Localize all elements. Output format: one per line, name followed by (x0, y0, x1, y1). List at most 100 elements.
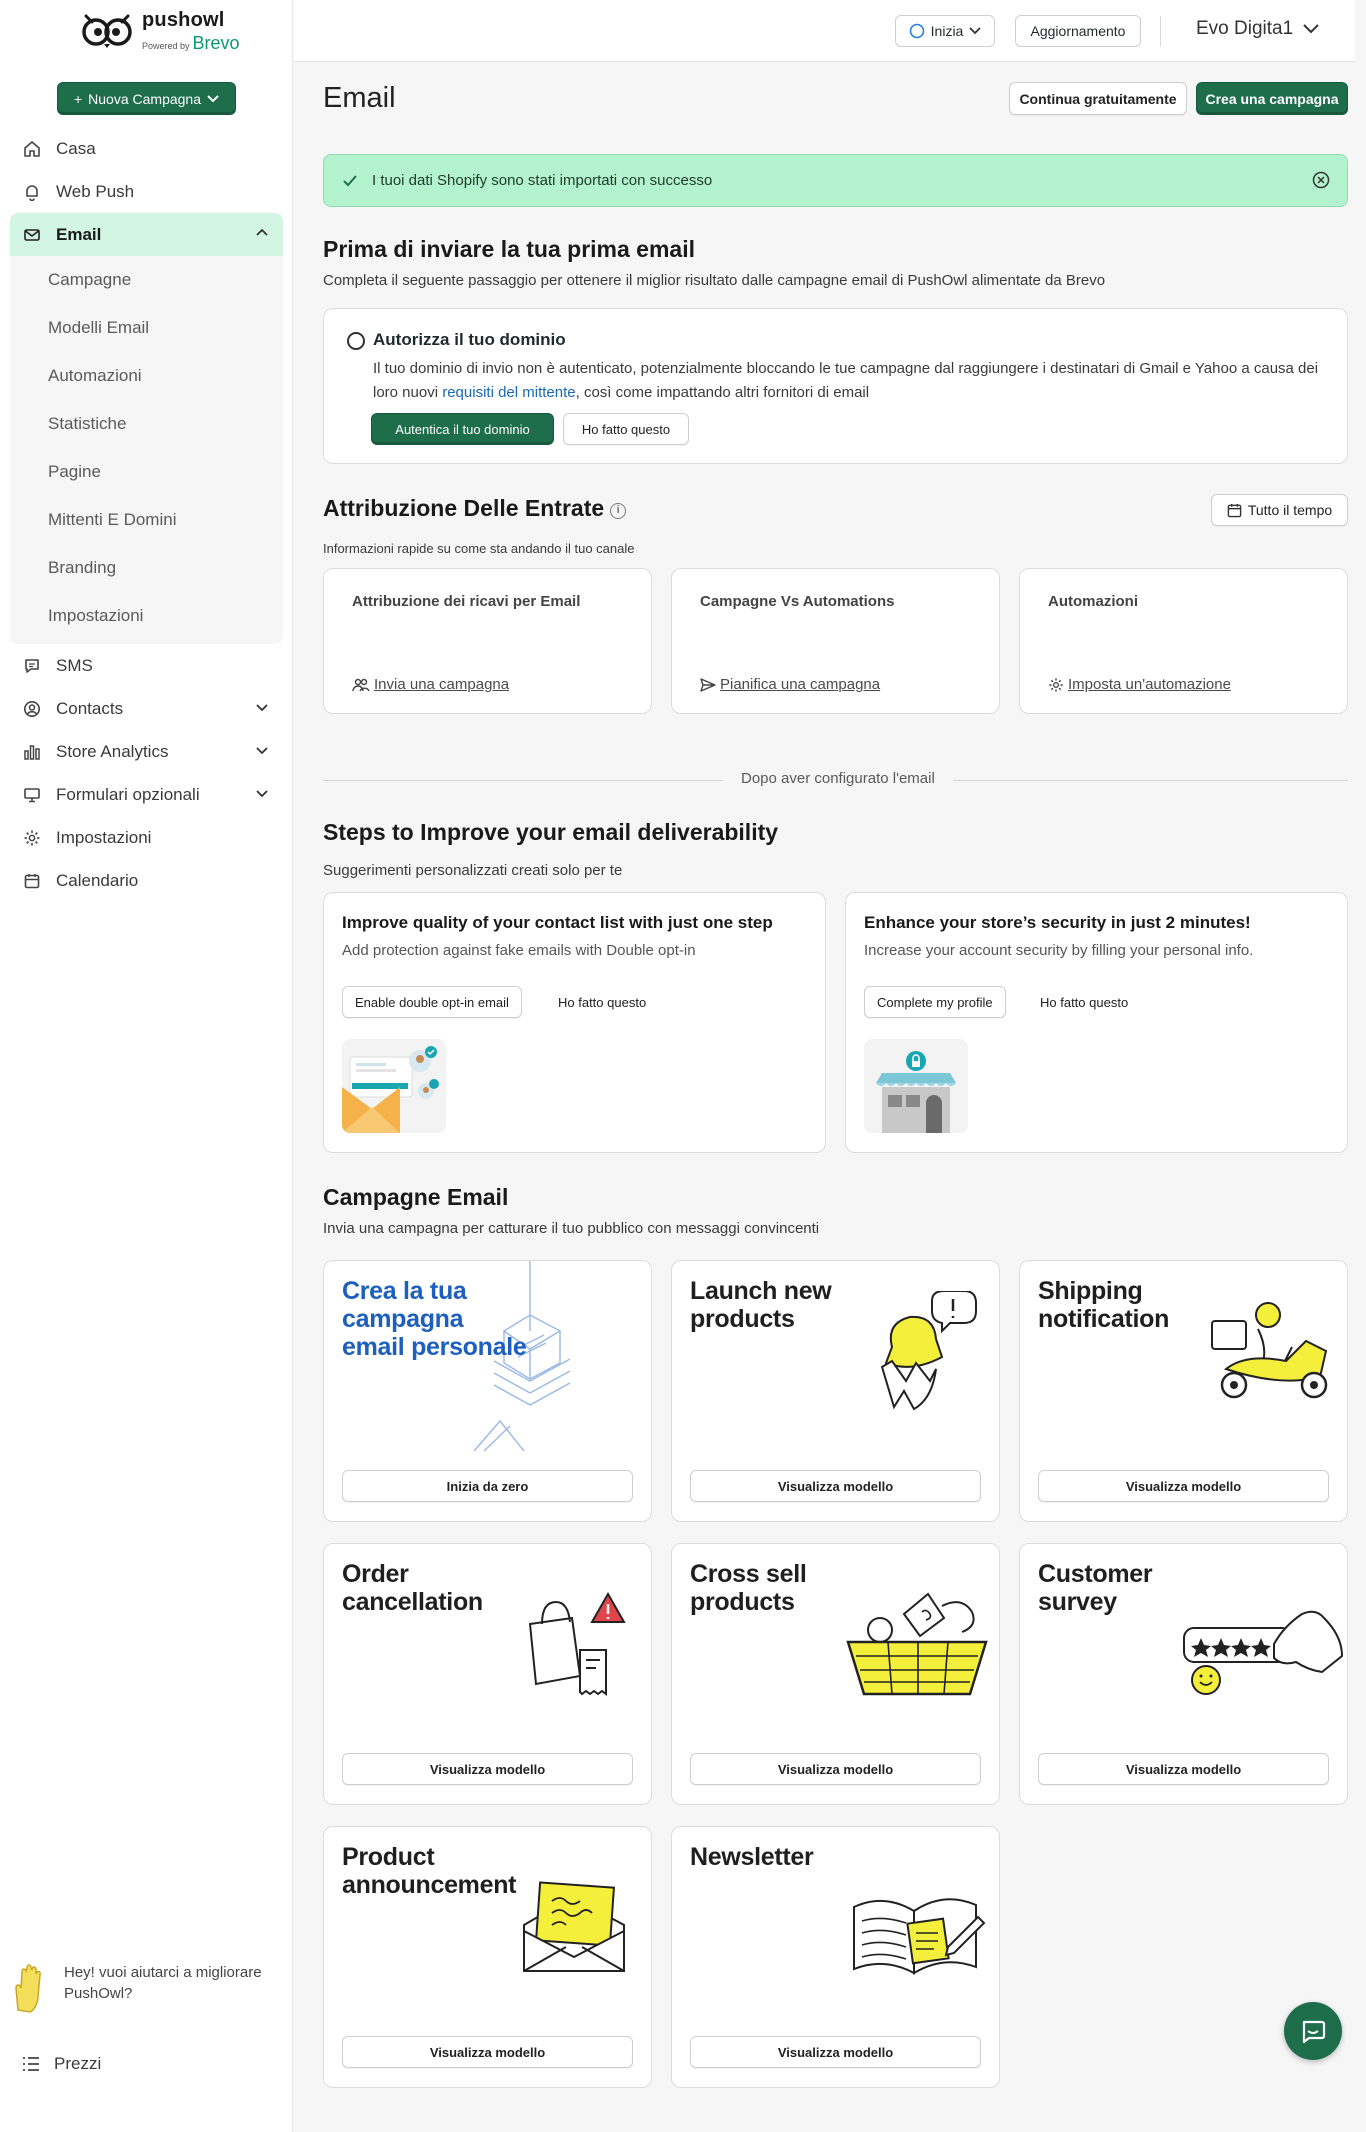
account-menu[interactable]: Evo Digita1 (1196, 18, 1319, 40)
subnav-automazioni[interactable]: Automazioni (10, 352, 283, 400)
sender-requirements-link[interactable]: requisiti del mittente (442, 384, 575, 401)
check-icon (343, 174, 357, 186)
template-title: Shipping notification (1038, 1277, 1170, 1333)
date-range-label: Tutto il tempo (1247, 502, 1333, 518)
bar-chart-icon (22, 742, 42, 762)
subnav-impostazioni[interactable]: Impostazioni (10, 592, 283, 640)
sidebar-item-calendario[interactable]: Calendario (10, 859, 283, 902)
continue-free-button[interactable]: Continua gratuitamente (1009, 82, 1187, 115)
revenue-card-email: Attribuzione dei ricavi per Email Invia … (323, 568, 652, 714)
subnav-branding[interactable]: Branding (10, 544, 283, 592)
date-range-button[interactable]: Tutto il tempo (1211, 494, 1348, 526)
shopping-basket-illustration (846, 1592, 988, 1696)
progress-circle-icon (909, 23, 924, 39)
template-title: Crea la tua campagna email personale (342, 1277, 527, 1361)
view-template-button[interactable]: Visualizza modello (342, 1753, 633, 1785)
subnav-mittenti-domini[interactable]: Mittenti E Domini (10, 496, 283, 544)
sidebar-item-sms[interactable]: SMS (10, 644, 283, 687)
template-card-cross-sell[interactable]: Cross sell products Visualizza modello (671, 1543, 1000, 1805)
view-template-button[interactable]: Visualizza modello (1038, 1753, 1329, 1785)
subnav-modelli-email[interactable]: Modelli Email (10, 304, 283, 352)
send-campaign-link[interactable]: Invia una campagna (352, 676, 509, 693)
success-banner: I tuoi dati Shopify sono stati importati… (323, 154, 1348, 207)
done-button[interactable]: Ho fatto questo (563, 413, 689, 445)
chat-icon (22, 656, 42, 676)
sidebar-item-casa[interactable]: Casa (10, 127, 283, 170)
view-template-button[interactable]: Visualizza modello (690, 1753, 981, 1785)
sidebar: pushowl Powered by Brevo + Nuova Campagna… (0, 0, 293, 2132)
sidebar-item-label: Calendario (56, 870, 139, 890)
authenticate-domain-button[interactable]: Autentica il tuo dominio (371, 413, 554, 445)
powered-by: Powered by Brevo (142, 33, 240, 53)
complete-profile-button[interactable]: Complete my profile (864, 986, 1006, 1018)
template-card-newsletter[interactable]: Newsletter Visualizza modello (671, 1826, 1000, 2088)
sidebar-item-web-push[interactable]: Web Push (10, 170, 283, 213)
info-icon[interactable]: i (610, 503, 627, 519)
done-button[interactable]: Ho fatto questo (558, 986, 646, 1018)
chat-support-button[interactable] (1284, 2002, 1342, 2060)
sidebar-item-contacts[interactable]: Contacts (10, 687, 283, 730)
start-label: Inizia (930, 23, 964, 39)
link-label: Pianifica una campagna (720, 676, 881, 693)
sidebar-item-label: Impostazioni (56, 827, 152, 847)
authorize-domain-title: Autorizza il tuo dominio (373, 330, 566, 349)
template-card-shipping[interactable]: Shipping notification Visualizza modello (1019, 1260, 1348, 1522)
revenue-card-title: Attribuzione dei ricavi per Email (352, 593, 581, 610)
deliverability-subtitle: Suggerimenti personalizzati creati solo … (323, 862, 623, 879)
upgrade-button[interactable]: Aggiornamento (1015, 15, 1141, 47)
tip-desc: Add protection against fake emails with … (342, 942, 696, 959)
sidebar-item-store-analytics[interactable]: Store Analytics (10, 730, 283, 773)
sidebar-item-label: Email (56, 224, 102, 244)
authorize-domain-desc: Il tuo dominio di invio non è autenticat… (373, 360, 1319, 401)
topbar-divider (1160, 16, 1161, 46)
tip-card-security: Enhance your store’s security in just 2 … (845, 892, 1348, 1153)
create-campaign-button[interactable]: Crea una campagna (1196, 82, 1348, 115)
chat-bubble-icon (1302, 2020, 1326, 2044)
sidebar-item-email[interactable]: Email (10, 213, 283, 256)
sidebar-item-label: Formulari opzionali (56, 784, 200, 804)
tip-title: Improve quality of your contact list wit… (342, 913, 773, 932)
sidebar-item-formulari[interactable]: Formulari opzionali (10, 773, 283, 816)
new-campaign-button[interactable]: + Nuova Campagna (57, 82, 236, 115)
template-card-order-cancellation[interactable]: Order cancellation Visualizza modello (323, 1543, 652, 1805)
schedule-campaign-link[interactable]: Pianifica una campagna (700, 676, 880, 693)
done-button[interactable]: Ho fatto questo (1040, 986, 1128, 1018)
start-from-scratch-button[interactable]: Inizia da zero (342, 1470, 633, 1502)
enable-double-optin-button[interactable]: Enable double opt-in email (342, 986, 522, 1018)
bell-alert-illustration (880, 1291, 977, 1411)
subnav-campagne[interactable]: Campagne (10, 256, 283, 304)
template-card-blank[interactable]: Crea la tua campagna email personale Ini… (323, 1260, 652, 1522)
calendar-icon (22, 871, 42, 891)
pushowl-logo[interactable]: pushowl Powered by Brevo (80, 10, 240, 52)
close-icon[interactable] (1311, 170, 1331, 190)
first-email-title: Prima di inviare la tua prima email (323, 236, 695, 262)
chevron-up-icon[interactable] (255, 226, 269, 240)
template-card-customer-survey[interactable]: Customer survey Visualizza modello (1019, 1543, 1348, 1805)
sidebar-item-impostazioni[interactable]: Impostazioni (10, 816, 283, 859)
link-label: Imposta un'automazione (1068, 676, 1231, 693)
view-template-button[interactable]: Visualizza modello (342, 2036, 633, 2068)
template-card-launch-products[interactable]: Launch new products Visualizza modello (671, 1260, 1000, 1522)
subnav-pagine[interactable]: Pagine (10, 448, 283, 496)
authorize-domain-card: Autorizza il tuo dominio Il tuo dominio … (323, 308, 1348, 464)
template-card-product-announcement[interactable]: Product announcement Visualizza modello (323, 1826, 652, 2088)
pricing-label: Prezzi (54, 2054, 102, 2073)
setup-automation-link[interactable]: Imposta un'automazione (1048, 676, 1231, 693)
sidebar-item-label: SMS (56, 655, 93, 675)
scooter-delivery-illustration (1211, 1302, 1328, 1399)
subnav-statistiche[interactable]: Statistiche (10, 400, 283, 448)
view-template-button[interactable]: Visualizza modello (1038, 1470, 1329, 1502)
revenue-subtitle: Informazioni rapide su come sta andando … (323, 541, 635, 556)
sidebar-item-prezzi[interactable]: Prezzi (22, 2054, 101, 2074)
step-radio[interactable] (347, 332, 365, 350)
revenue-title: Attribuzione Delle Entrate i (323, 495, 627, 522)
first-email-subtitle: Completa il seguente passaggio per otten… (323, 272, 1106, 289)
gear-icon (22, 828, 42, 848)
feedback-prompt[interactable]: Hey! vuoi aiutarci a migliorare PushOwl? (10, 1960, 276, 2016)
view-template-button[interactable]: Visualizza modello (690, 1470, 981, 1502)
revenue-card-title: Automazioni (1048, 593, 1138, 610)
start-button[interactable]: Inizia (895, 15, 995, 47)
open-book-illustration (853, 1898, 986, 1975)
view-template-button[interactable]: Visualizza modello (690, 2036, 981, 2068)
gear-icon (1049, 677, 1063, 692)
